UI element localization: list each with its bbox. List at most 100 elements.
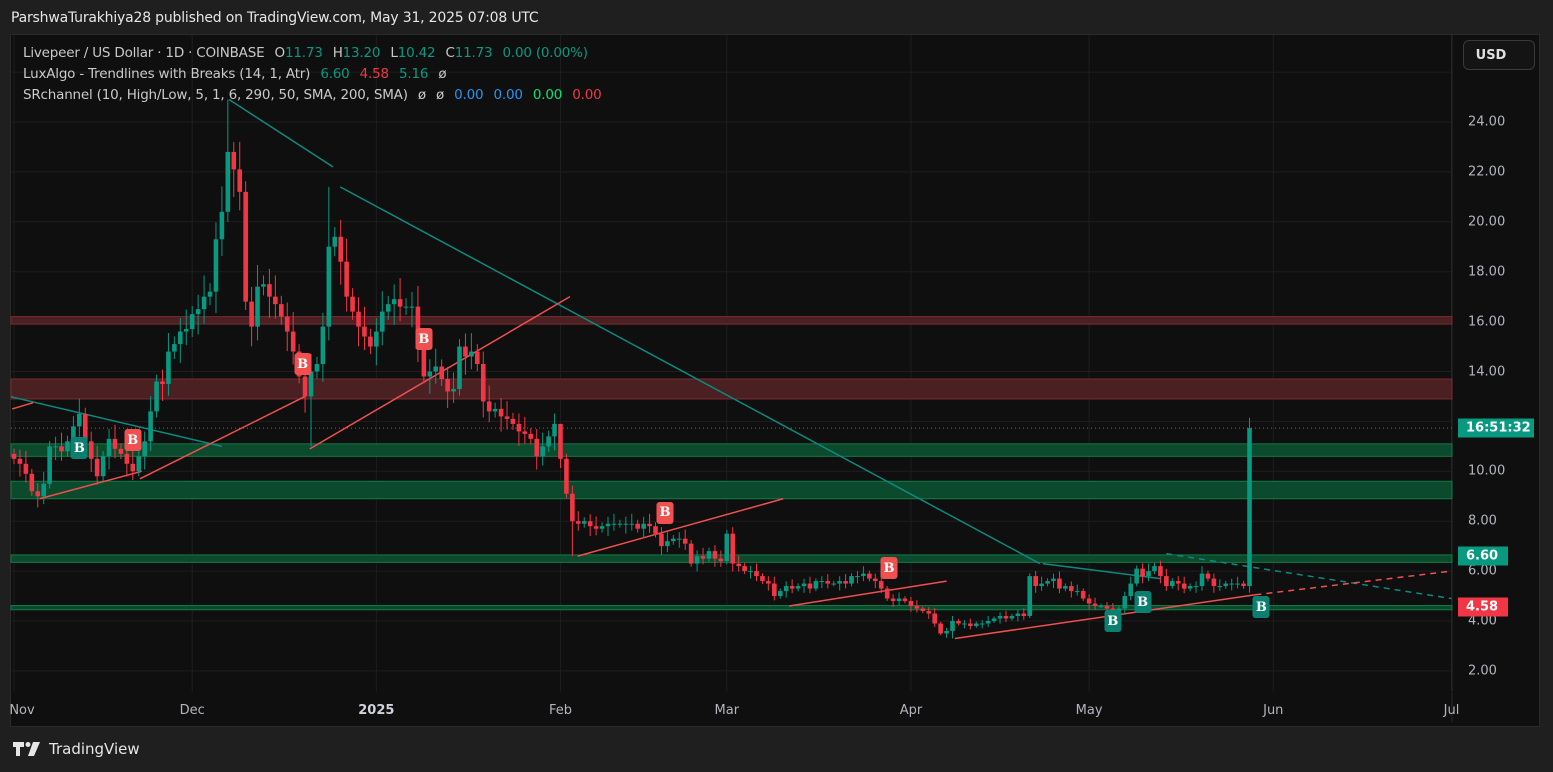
candle-up	[41, 483, 46, 497]
time-tick-label: Feb	[548, 703, 572, 718]
candle-down	[873, 578, 878, 582]
candle-down	[718, 558, 724, 562]
support-zone	[10, 480, 1453, 500]
currency-button[interactable]: USD	[1463, 40, 1535, 70]
candle-up	[65, 441, 70, 452]
candle-down	[760, 576, 765, 582]
time-tick-label: Jun	[1263, 703, 1284, 718]
candle-up	[540, 446, 545, 457]
candle-up	[77, 413, 82, 427]
tradingview-logo[interactable]: TradingView	[13, 740, 140, 758]
candle-up	[219, 211, 225, 240]
candle-up	[676, 538, 682, 540]
candle-down	[88, 441, 94, 459]
upper-trendline	[139, 395, 306, 480]
candle-up	[581, 521, 587, 524]
price-tick-label: 6.00	[1468, 563, 1497, 579]
candle-down	[593, 526, 599, 529]
candlestick-chart[interactable]	[0, 0, 1553, 772]
candle-down	[576, 521, 581, 524]
indicator-title-luxalgo[interactable]: LuxAlgo - Trendlines with Breaks (14, 1,…	[23, 66, 310, 82]
price-tick-label: 16.00	[1468, 314, 1506, 330]
sr-value-6: 0.00	[572, 87, 602, 103]
candle-down	[94, 458, 100, 477]
candle-down	[368, 336, 373, 347]
candle-down	[273, 296, 278, 305]
candle-up	[837, 581, 842, 584]
candle-up	[189, 314, 195, 330]
candle-up	[748, 571, 753, 573]
break-label-up: B	[1104, 610, 1122, 632]
candle-down	[712, 551, 718, 559]
candle-down	[558, 423, 563, 459]
candle-up	[979, 623, 985, 625]
candle-up	[47, 446, 52, 484]
candle-down	[249, 301, 254, 327]
candle-up	[148, 411, 153, 442]
candle-up	[849, 576, 854, 584]
candle-up	[100, 456, 106, 477]
luxalgo-legend: LuxAlgo - Trendlines with Breaks (14, 1,…	[23, 66, 452, 82]
candle-up	[1223, 583, 1229, 587]
candle-down	[843, 581, 848, 584]
price-label: 4.58	[1458, 597, 1508, 617]
candle-down	[700, 556, 706, 559]
candle-down	[243, 191, 248, 302]
candle-down	[968, 623, 973, 626]
candle-down	[653, 526, 658, 534]
price-tick-label: 20.00	[1468, 214, 1506, 230]
candle-down	[504, 416, 510, 419]
candle-down	[362, 326, 367, 337]
candle-up	[944, 630, 949, 634]
candle-up	[831, 583, 837, 585]
high-label: H	[332, 45, 343, 61]
candle-down	[1080, 591, 1086, 599]
candle-down	[522, 431, 528, 434]
candle-up	[320, 326, 326, 365]
brand-name: TradingView	[49, 740, 140, 758]
candle-up	[1027, 576, 1033, 617]
candle-down	[1175, 581, 1181, 584]
candle-up	[1045, 581, 1050, 584]
candle-up	[492, 408, 498, 412]
candle-down	[884, 588, 890, 599]
candle-down	[118, 448, 124, 454]
candle-down	[344, 261, 349, 297]
lux-value-4: ø	[438, 66, 447, 82]
candle-down	[130, 463, 136, 472]
indicator-title-srchannel[interactable]: SRchannel (10, High/Low, 5, 1, 6, 290, 5…	[23, 87, 408, 103]
sr-value-1: ø	[417, 87, 426, 103]
close-value: 11.73	[454, 45, 493, 61]
candle-down	[914, 606, 920, 609]
candle-down	[754, 571, 759, 577]
symbol-legend: Livepeer / US Dollar · 1D · COINBASE O11…	[23, 45, 594, 61]
candle-up	[1074, 591, 1080, 593]
candle-up	[1051, 578, 1056, 582]
candle-up	[374, 331, 379, 347]
candle-down	[807, 583, 813, 589]
price-tick-label: 10.00	[1468, 463, 1506, 479]
candle-down	[445, 378, 450, 392]
candle-up	[962, 623, 967, 625]
time-tick-label: May	[1075, 703, 1103, 718]
candle-up	[777, 591, 783, 597]
symbol-title[interactable]: Livepeer / US Dollar · 1D · COINBASE	[23, 45, 265, 61]
candle-up	[1134, 568, 1139, 584]
candle-up	[617, 523, 623, 525]
candle-down	[932, 613, 937, 624]
candle-up	[172, 344, 177, 352]
candle-down	[1181, 583, 1187, 589]
candle-up	[623, 523, 629, 525]
candle-up	[855, 576, 860, 578]
candle-down	[1092, 603, 1098, 607]
candle-down	[463, 346, 468, 357]
candle-up	[213, 239, 219, 292]
candle-down	[1086, 598, 1092, 604]
candle-up	[308, 371, 314, 397]
candle-up	[433, 366, 439, 372]
break-label-up: B	[1134, 591, 1152, 614]
candle-up	[1146, 571, 1151, 577]
price-tick-label: 14.00	[1468, 364, 1506, 379]
candle-down	[1158, 566, 1163, 577]
candle-down	[908, 601, 914, 607]
